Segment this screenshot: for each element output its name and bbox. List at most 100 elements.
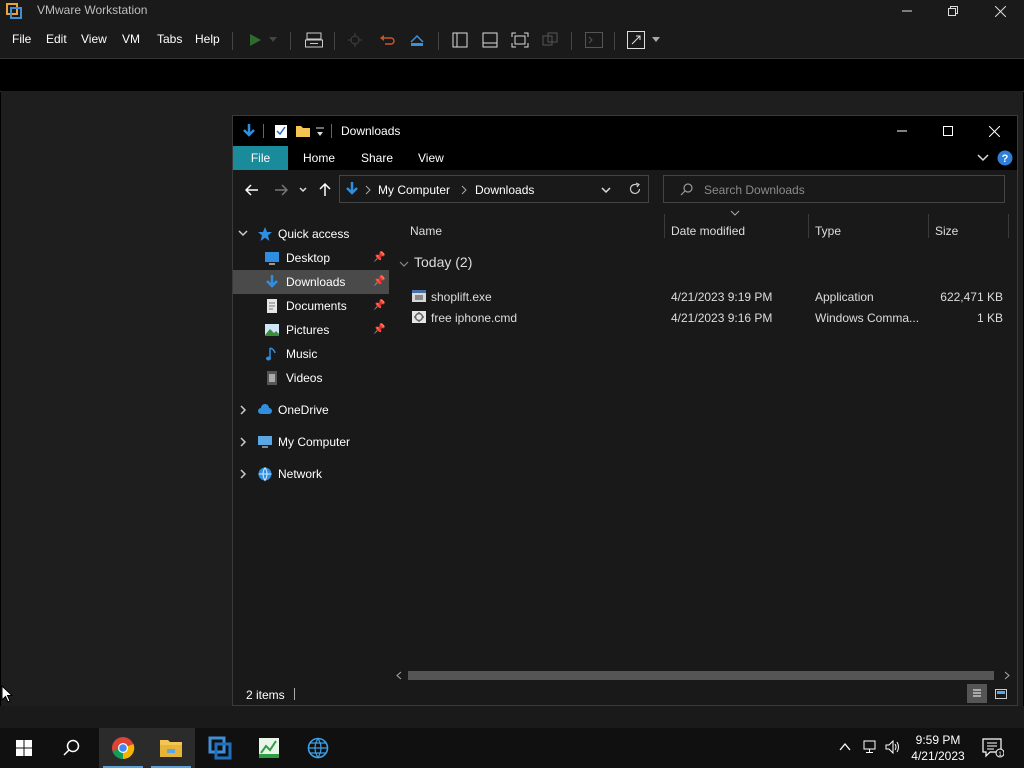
help-icon[interactable]: ? [997, 150, 1013, 166]
scroll-right-icon[interactable] [1003, 671, 1011, 680]
ribbon-tab-view[interactable]: View [418, 151, 444, 165]
ribbon-tab-share[interactable]: Share [361, 151, 393, 165]
nav-documents[interactable]: Documents 📌 [233, 294, 389, 318]
power-dropdown-button[interactable] [266, 29, 280, 51]
column-divider[interactable] [1008, 214, 1009, 238]
back-button[interactable] [243, 182, 261, 198]
chevron-right-icon[interactable] [364, 185, 372, 195]
column-divider[interactable] [928, 214, 929, 238]
column-divider[interactable] [808, 214, 809, 238]
menu-edit[interactable]: Edit [46, 32, 67, 46]
file-row-free-iphone[interactable]: free iphone.cmd 4/21/2023 9:16 PM Window… [400, 307, 1012, 328]
scrollbar-thumb[interactable] [408, 671, 994, 680]
scroll-left-icon[interactable] [395, 671, 403, 680]
unity-button[interactable] [539, 29, 561, 51]
details-view-button[interactable] [967, 684, 987, 703]
taskbar-task-manager[interactable] [245, 728, 293, 768]
properties-icon[interactable] [273, 123, 289, 139]
chevron-right-icon[interactable] [237, 404, 249, 416]
revert-snapshot-button[interactable] [376, 29, 398, 51]
chevron-down-icon[interactable] [600, 185, 612, 195]
nav-label: My Computer [278, 435, 351, 449]
nav-label: Pictures [286, 323, 330, 337]
chevron-down-icon[interactable] [237, 227, 249, 239]
search-icon [63, 739, 80, 756]
chevron-down-icon[interactable] [977, 151, 989, 163]
full-screen-button[interactable] [509, 29, 531, 51]
snapshot-manager-button[interactable] [406, 29, 428, 51]
ribbon-tab-file[interactable]: File [233, 146, 288, 170]
address-bar[interactable]: My Computer Downloads [339, 175, 649, 203]
file-name: shoplift.exe [431, 290, 492, 304]
chevron-down-icon[interactable] [315, 124, 325, 140]
up-button[interactable] [316, 182, 334, 198]
show-library-button[interactable] [449, 29, 471, 51]
refresh-icon[interactable] [628, 182, 642, 196]
search-button[interactable] [48, 728, 96, 768]
search-icon [680, 183, 693, 196]
nav-music[interactable]: Music [233, 342, 389, 366]
nav-quick-access[interactable]: Quick access [233, 222, 389, 246]
large-icons-view-button[interactable] [991, 684, 1011, 703]
explorer-close-button[interactable] [971, 116, 1017, 146]
file-explorer-window: Downloads File Home Share View ? My Comp… [232, 115, 1018, 706]
column-header-date-modified[interactable]: Date modified [671, 224, 745, 238]
chevron-right-icon[interactable] [237, 468, 249, 480]
nav-pictures[interactable]: Pictures 📌 [233, 318, 389, 342]
volume-button[interactable] [885, 739, 901, 757]
search-input[interactable]: Search Downloads [704, 183, 805, 197]
taskbar-vmware[interactable] [196, 728, 244, 768]
nav-my-computer[interactable]: My Computer [233, 430, 389, 454]
chevron-down-icon[interactable] [398, 258, 410, 270]
chevron-down-icon [652, 37, 660, 42]
menu-vm[interactable]: VM [122, 32, 140, 46]
arrow-up-icon [319, 183, 331, 196]
chevron-right-icon[interactable] [237, 436, 249, 448]
nav-downloads[interactable]: Downloads 📌 [233, 270, 389, 294]
vmware-minimize-button[interactable] [884, 0, 930, 22]
nav-onedrive[interactable]: OneDrive [233, 398, 389, 422]
taskbar-network-app[interactable] [294, 728, 342, 768]
new-folder-icon[interactable] [295, 123, 311, 139]
chevron-right-icon[interactable] [460, 185, 468, 195]
column-header-name[interactable]: Name [410, 224, 442, 238]
nav-desktop[interactable]: Desktop 📌 [233, 246, 389, 270]
column-header-size[interactable]: Size [935, 224, 958, 238]
stretch-dropdown-button[interactable] [649, 29, 663, 51]
explorer-minimize-button[interactable] [879, 116, 925, 146]
action-center-button[interactable]: 1 [982, 738, 1005, 761]
forward-button[interactable] [272, 182, 290, 198]
nav-network[interactable]: Network [233, 462, 389, 486]
menu-view[interactable]: View [81, 32, 107, 46]
column-divider[interactable] [664, 214, 665, 238]
horizontal-scrollbar[interactable] [390, 668, 1017, 682]
breadcrumb-my-computer[interactable]: My Computer [378, 183, 450, 197]
send-keys-button[interactable] [303, 29, 325, 51]
taskbar-chrome[interactable] [99, 728, 147, 768]
menu-tabs[interactable]: Tabs [157, 32, 182, 46]
column-header-type[interactable]: Type [815, 224, 841, 238]
recent-locations-button[interactable] [297, 182, 309, 198]
power-on-button[interactable] [244, 29, 266, 51]
show-thumbnail-bar-button[interactable] [479, 29, 501, 51]
network-status-button[interactable] [863, 740, 879, 757]
menu-file[interactable]: File [12, 32, 31, 46]
explorer-maximize-button[interactable] [925, 116, 971, 146]
nav-videos[interactable]: Videos [233, 366, 389, 390]
breadcrumb-downloads[interactable]: Downloads [475, 183, 534, 197]
start-button[interactable] [0, 728, 48, 768]
close-icon [994, 5, 1006, 17]
file-row-shoplift[interactable]: shoplift.exe 4/21/2023 9:19 PM Applicati… [400, 286, 1012, 307]
vmware-restore-button[interactable] [930, 0, 976, 22]
stretch-guest-button[interactable] [625, 29, 647, 51]
group-header-today[interactable]: Today (2) [414, 254, 472, 270]
ribbon-tab-home[interactable]: Home [303, 151, 335, 165]
vmware-close-button[interactable] [977, 0, 1023, 22]
system-clock[interactable]: 9:59 PM 4/21/2023 [908, 732, 968, 764]
snapshot-button[interactable] [344, 29, 366, 51]
console-view-button[interactable] [583, 29, 605, 51]
menu-help[interactable]: Help [195, 32, 220, 46]
show-hidden-icons-button[interactable] [838, 740, 852, 757]
search-box[interactable]: Search Downloads [663, 175, 1005, 203]
taskbar-file-explorer[interactable] [147, 728, 195, 768]
